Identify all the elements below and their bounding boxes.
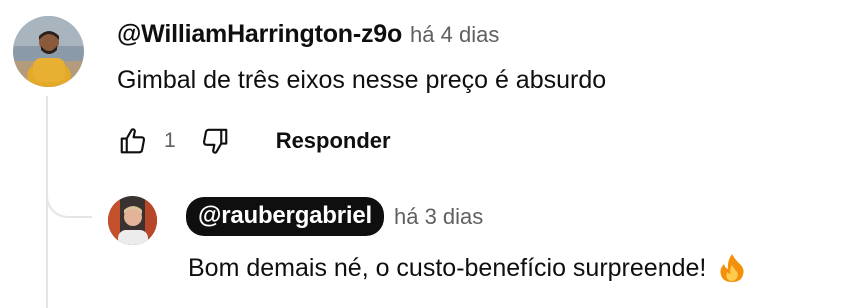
comment-author[interactable]: @WilliamHarrington-z9o	[117, 20, 402, 49]
reply-author-avatar[interactable]	[108, 196, 157, 245]
dislike-button[interactable]	[194, 120, 236, 162]
reply-connector	[46, 160, 92, 218]
thumbs-down-icon	[202, 128, 227, 154]
comment-header: @WilliamHarrington-z9o há 4 dias	[117, 20, 499, 49]
comment-actions: 1 Responder	[112, 120, 391, 162]
reply-header: @raubergabriel há 3 dias	[186, 197, 483, 236]
commenter-avatar[interactable]	[13, 16, 84, 87]
comment-timestamp[interactable]: há 4 dias	[410, 22, 499, 48]
comment-text: Gimbal de três eixos nesse preço é absur…	[117, 66, 607, 94]
fire-emoji-icon	[718, 253, 746, 283]
reply-button[interactable]: Responder	[276, 128, 391, 154]
reply-text-row: Bom demais né, o custo-benefício surpree…	[188, 253, 746, 283]
like-button[interactable]	[112, 120, 154, 162]
thumbs-up-icon	[120, 128, 145, 154]
like-count: 1	[164, 129, 176, 152]
avatar-image	[13, 16, 84, 87]
reply-text: Bom demais né, o custo-benefício surpree…	[188, 253, 707, 282]
avatar-image	[108, 196, 157, 245]
reply-author-chip[interactable]: @raubergabriel	[186, 197, 384, 236]
reply-timestamp[interactable]: há 3 dias	[394, 204, 483, 230]
